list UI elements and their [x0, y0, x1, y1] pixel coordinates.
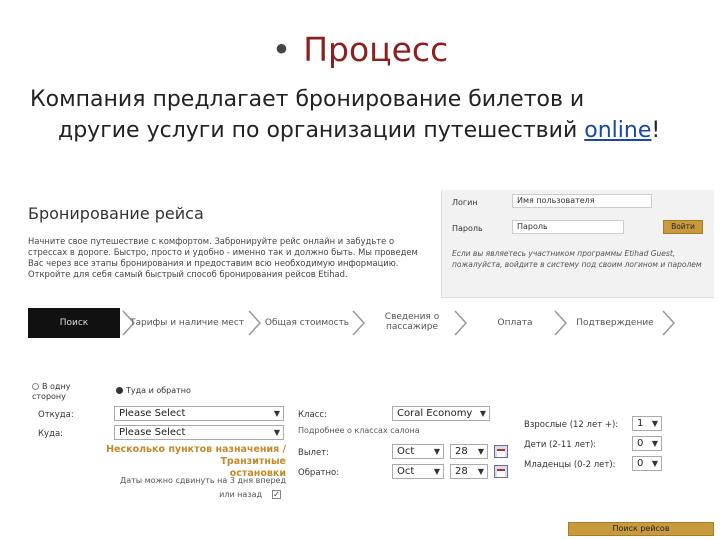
login-button[interactable]: Войти	[663, 220, 703, 234]
adults-select[interactable]: 1 ▼	[632, 416, 662, 431]
radio-on-icon	[116, 387, 123, 394]
class-label: Класс:	[298, 410, 327, 420]
slide-title: • Процесс	[0, 30, 720, 69]
from-label: Откуда:	[38, 410, 74, 420]
body-line-2: другие услуги по организации путешествий…	[30, 115, 710, 146]
to-select-value: Please Select	[119, 427, 186, 438]
to-label: Куда:	[38, 429, 64, 439]
slide-body: Компания предлагает бронирование билетов…	[30, 84, 710, 146]
from-select-value: Please Select	[119, 408, 186, 419]
class-select-value: Coral Economy	[397, 408, 473, 419]
infants-value: 0	[637, 458, 644, 469]
bullet: •	[271, 30, 292, 69]
step-fares[interactable]: Тарифы и наличие мест	[128, 308, 246, 338]
booking-title: Бронирование рейса	[28, 204, 204, 223]
return-month-select[interactable]: Oct ▼	[392, 464, 444, 479]
one-way-radio[interactable]: В одну сторону	[32, 382, 92, 402]
online-link[interactable]: online	[584, 118, 651, 143]
return-label: Обратно:	[298, 468, 340, 478]
calendar-icon[interactable]	[494, 465, 508, 478]
chevron-down-icon: ▼	[479, 409, 486, 418]
children-select[interactable]: 0 ▼	[632, 436, 662, 451]
booking-steps: Поиск Тарифы и наличие мест Общая стоимо…	[28, 308, 714, 338]
step-search[interactable]: Поиск	[28, 308, 120, 338]
to-select[interactable]: Please Select ▼	[114, 425, 284, 440]
round-trip-label: Туда и обратно	[126, 386, 191, 395]
chevron-right-icon	[454, 310, 468, 336]
chevron-right-icon	[248, 310, 262, 336]
chevron-down-icon: ▼	[651, 419, 658, 428]
depart-month-select[interactable]: Oct ▼	[392, 444, 444, 459]
step-total[interactable]: Общая стоимость	[262, 308, 352, 338]
chevron-down-icon: ▼	[477, 467, 484, 476]
chevron-down-icon: ▼	[273, 428, 280, 437]
one-way-label-a: В одну	[42, 382, 71, 391]
class-hint[interactable]: Подробнее о классах салона	[298, 426, 420, 435]
step-passenger-line1: Сведения о	[384, 312, 440, 322]
chevron-right-icon	[352, 310, 366, 336]
step-payment[interactable]: Оплата	[480, 308, 550, 338]
return-day-value: 28	[455, 466, 468, 477]
username-input[interactable]: Имя пользователя	[512, 194, 652, 208]
step-confirmation[interactable]: Подтверждение	[570, 308, 660, 338]
password-input[interactable]: Пароль	[512, 220, 624, 234]
return-day-select[interactable]: 28 ▼	[450, 464, 488, 479]
chevron-right-icon	[554, 310, 568, 336]
children-label: Дети (2-11 лет):	[524, 440, 597, 450]
multi-line-1: Несколько пунктов назначения / Транзитны…	[106, 444, 286, 467]
depart-label: Вылет:	[298, 448, 330, 458]
infants-select[interactable]: 0 ▼	[632, 456, 662, 471]
flex-dates-checkbox[interactable]: ✓	[272, 490, 281, 499]
chevron-down-icon: ▼	[433, 447, 440, 456]
class-select[interactable]: Coral Economy ▼	[392, 406, 490, 421]
search-form: В одну сторону Туда и обратно Откуда: Pl…	[32, 380, 714, 540]
chevron-down-icon: ▼	[273, 409, 280, 418]
chevron-down-icon: ▼	[433, 467, 440, 476]
booking-description: Начните свое путешествие с комфортом. За…	[28, 236, 418, 279]
search-flights-button[interactable]: Поиск рейсов	[568, 522, 714, 536]
chevron-down-icon: ▼	[651, 459, 658, 468]
depart-day-select[interactable]: 28 ▼	[450, 444, 488, 459]
chevron-down-icon: ▼	[651, 439, 658, 448]
step-passenger[interactable]: Сведения о пассажире	[372, 308, 452, 338]
one-way-label-b: сторону	[32, 392, 66, 401]
flex-dates-line1: Даты можно сдвинуть на 3 дня вперед	[119, 476, 286, 485]
return-month-value: Oct	[397, 466, 415, 477]
password-label: Пароль	[452, 224, 483, 233]
infants-label: Младенцы (0-2 лет):	[524, 460, 616, 470]
body-line-1: Компания предлагает бронирование билетов…	[30, 87, 585, 112]
adults-label: Взрослые (12 лет +):	[524, 420, 619, 430]
calendar-icon[interactable]	[494, 445, 508, 458]
children-value: 0	[637, 438, 644, 449]
multi-destination-link[interactable]: Несколько пунктов назначения / Транзитны…	[56, 444, 286, 480]
chevron-right-icon	[662, 310, 676, 336]
chevron-down-icon: ▼	[477, 447, 484, 456]
round-trip-radio[interactable]: Туда и обратно	[116, 386, 191, 395]
from-select[interactable]: Please Select ▼	[114, 406, 284, 421]
slide-title-text: Процесс	[303, 30, 449, 69]
step-passenger-line2: пассажире	[385, 322, 439, 332]
booking-screenshot: Бронирование рейса Начните свое путешест…	[24, 190, 714, 540]
flex-dates-line2: или назад	[219, 490, 262, 499]
body-line-2-text: другие услуги по организации путешествий	[58, 118, 585, 143]
adults-value: 1	[637, 418, 644, 429]
login-note: Если вы являетесь участником программы E…	[452, 249, 702, 269]
radio-off-icon	[32, 383, 39, 390]
login-panel: Логин Имя пользователя Пароль Пароль Вой…	[441, 190, 714, 298]
login-label: Логин	[452, 198, 478, 207]
body-line-2-end: !	[651, 118, 661, 143]
depart-month-value: Oct	[397, 446, 415, 457]
depart-day-value: 28	[455, 446, 468, 457]
